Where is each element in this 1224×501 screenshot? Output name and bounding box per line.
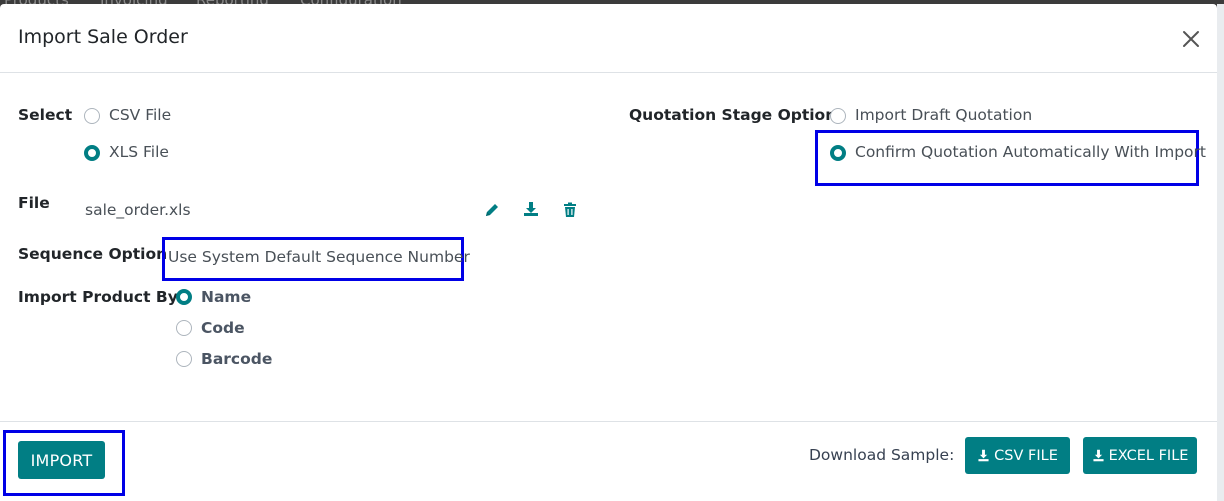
sequence-option-label: Sequence Option: [18, 245, 168, 263]
trash-icon: [564, 202, 576, 217]
edit-file-button[interactable]: [483, 201, 501, 219]
pencil-icon: [486, 204, 498, 216]
dialog-title: Import Sale Order: [18, 26, 188, 48]
download-icon: [978, 449, 989, 462]
close-button[interactable]: [1178, 26, 1204, 52]
radio-import-draft-label[interactable]: Import Draft Quotation: [855, 106, 1032, 124]
close-icon: [1183, 31, 1199, 47]
radio-product-name[interactable]: [176, 289, 192, 305]
csv-file-button[interactable]: CSV FILE: [965, 437, 1070, 474]
radio-import-draft[interactable]: [830, 108, 846, 124]
quotation-stage-label: Quotation Stage Option: [629, 106, 837, 124]
select-label: Select: [18, 106, 73, 124]
import-product-by-label: Import Product By: [18, 288, 178, 306]
radio-product-name-label[interactable]: Name: [201, 288, 251, 306]
radio-xls-file-label[interactable]: XLS File: [109, 143, 169, 161]
background-scroll-strip: [1217, 4, 1224, 501]
radio-product-code-label[interactable]: Code: [201, 319, 245, 337]
delete-file-button[interactable]: [561, 201, 579, 219]
csv-file-button-label: CSV FILE: [994, 447, 1058, 464]
excel-file-button-label: EXCEL FILE: [1108, 447, 1189, 464]
excel-file-button[interactable]: EXCEL FILE: [1083, 437, 1197, 474]
dialog-footer: IMPORT Download Sample: CSV FILE EXCEL F…: [0, 421, 1217, 501]
download-file-button[interactable]: [522, 200, 540, 218]
download-icon: [524, 202, 538, 216]
download-icon: [1093, 449, 1104, 462]
radio-confirm-quotation[interactable]: [830, 145, 846, 161]
file-name: sale_order.xls: [85, 201, 191, 219]
dialog-header: Import Sale Order: [0, 4, 1217, 73]
radio-csv-file[interactable]: [84, 108, 100, 124]
download-sample-label: Download Sample:: [809, 446, 955, 464]
radio-confirm-quotation-label[interactable]: Confirm Quotation Automatically With Imp…: [855, 143, 1206, 161]
sequence-option-value[interactable]: Use System Default Sequence Number: [168, 248, 470, 266]
radio-product-barcode-label[interactable]: Barcode: [201, 350, 272, 368]
import-button[interactable]: IMPORT: [18, 441, 105, 479]
radio-csv-file-label[interactable]: CSV File: [109, 106, 171, 124]
radio-product-barcode[interactable]: [176, 351, 192, 367]
radio-xls-file[interactable]: [84, 145, 100, 161]
file-label: File: [18, 194, 50, 212]
radio-product-code[interactable]: [176, 320, 192, 336]
import-sale-order-dialog: Import Sale Order Select CSV File XLS Fi…: [0, 4, 1217, 501]
